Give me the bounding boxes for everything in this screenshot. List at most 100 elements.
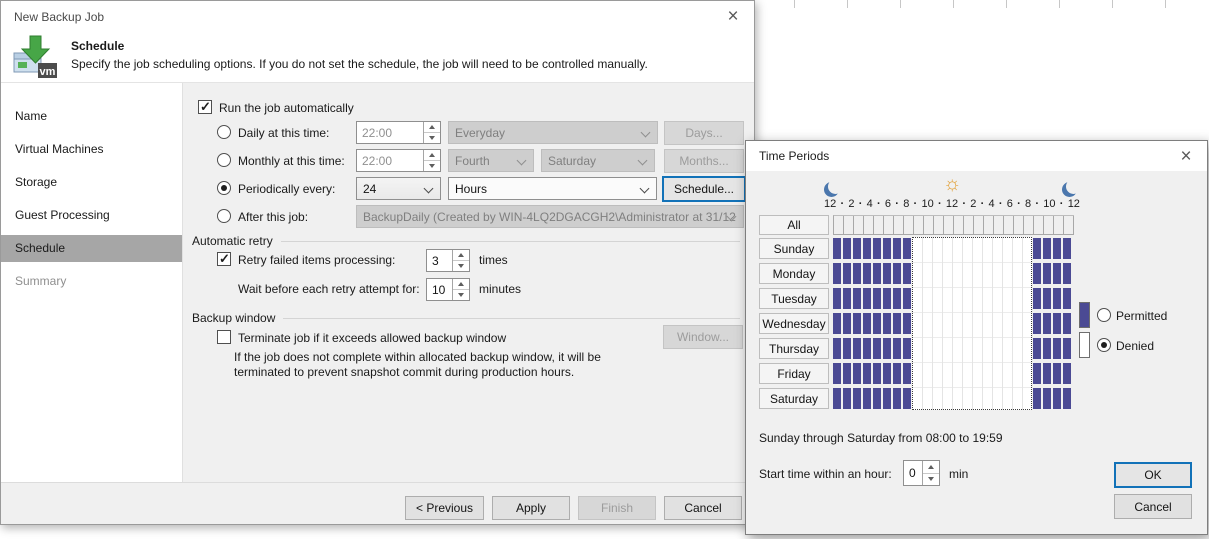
sidebar-item-virtual-machines[interactable]: Virtual Machines [1,136,182,163]
time-cell[interactable] [1033,363,1041,384]
time-cell[interactable] [903,338,911,359]
time-cell[interactable] [883,388,891,409]
time-cell[interactable] [1003,263,1011,284]
time-cell[interactable] [1063,313,1071,334]
all-hour-cell[interactable] [994,216,1004,234]
time-cell[interactable] [833,338,841,359]
time-cell[interactable] [923,338,931,359]
time-cell[interactable] [1043,238,1051,259]
all-hour-cell[interactable] [924,216,934,234]
all-hour-cell[interactable] [1014,216,1024,234]
time-cell[interactable] [1063,288,1071,309]
time-cell[interactable] [873,388,881,409]
all-hour-cell[interactable] [1024,216,1034,234]
time-cell[interactable] [1023,238,1031,259]
all-hour-cell[interactable] [1054,216,1064,234]
time-cell[interactable] [873,363,881,384]
time-cell[interactable] [863,263,871,284]
time-cell[interactable] [1053,338,1061,359]
time-cell[interactable] [893,238,901,259]
time-cell[interactable] [1063,363,1071,384]
time-cell[interactable] [843,288,851,309]
time-cell[interactable] [833,363,841,384]
close-icon[interactable]: × [722,7,744,26]
time-cell[interactable] [1053,288,1061,309]
period-unit-combo[interactable]: Hours [448,177,657,200]
time-cell[interactable] [1043,263,1051,284]
daily-radio[interactable] [217,125,231,139]
time-cell[interactable] [903,263,911,284]
time-cell[interactable] [863,338,871,359]
time-cell[interactable] [933,263,941,284]
monthly-radio[interactable] [217,153,231,167]
time-cell[interactable] [883,363,891,384]
time-cell[interactable] [873,263,881,284]
time-cell[interactable] [923,388,931,409]
day-label-tuesday[interactable]: Tuesday [759,288,829,309]
all-hour-cell[interactable] [864,216,874,234]
time-cell[interactable] [983,263,991,284]
terminate-checkbox[interactable] [217,330,231,344]
time-cell[interactable] [843,313,851,334]
all-hour-cell[interactable] [944,216,954,234]
sidebar-item-schedule[interactable]: Schedule [1,235,182,262]
time-cell[interactable] [1043,388,1051,409]
time-cell[interactable] [893,338,901,359]
time-cell[interactable] [893,263,901,284]
all-hour-cell[interactable] [844,216,854,234]
time-cell[interactable] [953,388,961,409]
daily-time-spinner[interactable]: 22:00 [356,121,441,144]
all-hour-cell[interactable] [934,216,944,234]
time-cell[interactable] [1033,288,1041,309]
sidebar-item-name[interactable]: Name [1,103,182,130]
time-cell[interactable] [893,363,901,384]
time-cell[interactable] [1013,363,1021,384]
time-cell[interactable] [943,288,951,309]
time-cell[interactable] [1013,238,1021,259]
time-cell[interactable] [983,313,991,334]
time-cell[interactable] [863,363,871,384]
time-cell[interactable] [1063,388,1071,409]
time-cell[interactable] [973,313,981,334]
time-cell[interactable] [963,363,971,384]
time-cell[interactable] [963,263,971,284]
time-cell[interactable] [1043,363,1051,384]
time-cell[interactable] [1003,363,1011,384]
time-cell[interactable] [923,363,931,384]
monthly-time-spinner[interactable]: 22:00 [356,149,441,172]
time-cell[interactable] [833,313,841,334]
time-cell[interactable] [853,338,861,359]
all-hour-cell[interactable] [1004,216,1014,234]
time-cell[interactable] [983,238,991,259]
time-cell[interactable] [953,313,961,334]
time-cell[interactable] [913,238,921,259]
time-cell[interactable] [853,288,861,309]
time-cell[interactable] [943,338,951,359]
time-cell[interactable] [1033,388,1041,409]
time-cell[interactable] [953,288,961,309]
time-cell[interactable] [1003,313,1011,334]
wait-minutes-spinner[interactable]: 10 [426,278,470,301]
time-cell[interactable] [943,313,951,334]
time-cell[interactable] [973,288,981,309]
time-cell[interactable] [1053,238,1061,259]
period-value-combo[interactable]: 24 [356,177,441,200]
time-cell[interactable] [943,388,951,409]
time-cell[interactable] [833,288,841,309]
all-hour-cell[interactable] [904,216,914,234]
time-cell[interactable] [843,363,851,384]
time-cell[interactable] [1013,313,1021,334]
time-cell[interactable] [1023,313,1031,334]
time-cell[interactable] [913,288,921,309]
time-cell[interactable] [1023,388,1031,409]
time-cell[interactable] [1003,388,1011,409]
time-cell[interactable] [883,263,891,284]
time-cell[interactable] [913,388,921,409]
time-cell[interactable] [933,388,941,409]
all-hour-cell[interactable] [1034,216,1044,234]
time-cell[interactable] [883,288,891,309]
time-cell[interactable] [853,363,861,384]
time-cell[interactable] [1043,313,1051,334]
time-cell[interactable] [913,338,921,359]
time-cell[interactable] [863,288,871,309]
